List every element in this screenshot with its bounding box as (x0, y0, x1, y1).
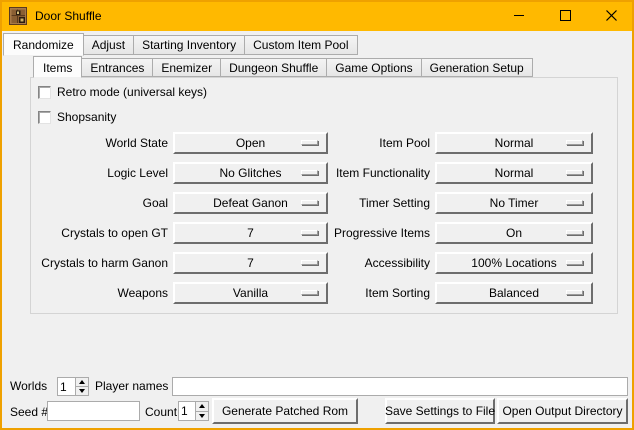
spinner-down-icon (199, 414, 205, 418)
open-output-directory-button[interactable]: Open Output Directory (497, 398, 628, 424)
worlds-input[interactable] (58, 378, 75, 395)
progressive-items-value: On (506, 224, 522, 242)
maximize-button[interactable] (542, 0, 588, 31)
dropdown-indicator-icon (566, 200, 583, 205)
dropdown-indicator-icon (566, 170, 583, 175)
weapons-label: Weapons (35, 282, 168, 304)
item-pool-value: Normal (495, 134, 534, 152)
crystals-harm-ganon-label: Crystals to harm Ganon (35, 252, 168, 274)
minimize-button[interactable] (496, 0, 542, 31)
crystals-open-gt-value: 7 (247, 224, 254, 242)
door-shuffle-window: Door Shuffle Randomize Adjust Starting I… (0, 0, 634, 430)
count-input[interactable] (179, 402, 195, 420)
worlds-spinner (57, 377, 89, 396)
timer-setting-value: No Timer (490, 194, 539, 212)
world-state-label: World State (35, 132, 168, 154)
accessibility-label: Accessibility (290, 252, 430, 274)
logic-level-label: Logic Level (35, 162, 168, 184)
maximize-icon (560, 10, 571, 21)
count-spinner-up-button[interactable] (196, 402, 208, 411)
accessibility-value: 100% Locations (471, 254, 556, 272)
item-sorting-value: Balanced (489, 284, 539, 302)
player-names-input[interactable] (172, 377, 628, 396)
main-tabbar: Randomize Adjust Starting Inventory Cust… (3, 32, 357, 55)
close-button[interactable] (588, 0, 634, 31)
logic-level-value: No Glitches (219, 164, 281, 182)
seed-input[interactable] (47, 401, 140, 421)
sub-tabbar: Items Entrances Enemizer Dungeon Shuffle… (33, 55, 532, 77)
spinner-up-icon (79, 380, 85, 384)
worlds-spinner-up-button[interactable] (76, 378, 88, 386)
item-functionality-label: Item Functionality (290, 162, 430, 184)
retro-mode-label: Retro mode (universal keys) (57, 86, 207, 99)
weapons-value: Vanilla (233, 284, 268, 302)
crystals-open-gt-label: Crystals to open GT (35, 222, 168, 244)
spinner-down-icon (79, 389, 85, 393)
dropdown-indicator-icon (566, 140, 583, 145)
accessibility-dropdown[interactable]: 100% Locations (435, 252, 593, 274)
count-spinner-down-button[interactable] (196, 411, 208, 421)
count-spinner-arrows (195, 402, 208, 420)
door-icon (9, 7, 27, 25)
tab-items[interactable]: Items (33, 56, 82, 78)
item-sorting-dropdown[interactable]: Balanced (435, 282, 593, 304)
item-functionality-dropdown[interactable]: Normal (435, 162, 593, 184)
progressive-items-label: Progressive Items (290, 222, 430, 244)
dropdown-indicator-icon (566, 230, 583, 235)
crystals-harm-ganon-value: 7 (247, 254, 254, 272)
tab-starting-inventory[interactable]: Starting Inventory (133, 35, 245, 55)
worlds-spinner-arrows (75, 378, 88, 395)
player-names-label: Player names (95, 379, 168, 393)
tab-game-options[interactable]: Game Options (326, 58, 421, 77)
caption-buttons (496, 0, 634, 31)
count-spinner (178, 401, 209, 421)
minimize-icon (514, 15, 524, 16)
timer-setting-label: Timer Setting (290, 192, 430, 214)
seed-label: Seed # (10, 405, 48, 419)
tab-adjust[interactable]: Adjust (83, 35, 134, 55)
dropdown-indicator-icon (566, 290, 583, 295)
spinner-up-icon (199, 404, 205, 408)
tab-generation-setup[interactable]: Generation Setup (421, 58, 533, 77)
tab-enemizer[interactable]: Enemizer (152, 58, 221, 77)
count-label: Count (145, 405, 177, 419)
titlebar: Door Shuffle (0, 0, 634, 31)
item-pool-label: Item Pool (290, 132, 430, 154)
worlds-spinner-down-button[interactable] (76, 386, 88, 395)
timer-setting-dropdown[interactable]: No Timer (435, 192, 593, 214)
tab-custom-item-pool[interactable]: Custom Item Pool (244, 35, 357, 55)
save-settings-button[interactable]: Save Settings to File (385, 398, 495, 424)
item-sorting-label: Item Sorting (290, 282, 430, 304)
retro-mode-checkbox[interactable] (38, 86, 51, 99)
dropdown-indicator-icon (566, 260, 583, 265)
tab-entrances[interactable]: Entrances (81, 58, 153, 77)
shopsanity-label: Shopsanity (57, 111, 116, 124)
shopsanity-checkbox[interactable] (38, 111, 51, 124)
tab-randomize[interactable]: Randomize (3, 33, 84, 56)
tab-dungeon-shuffle[interactable]: Dungeon Shuffle (220, 58, 327, 77)
worlds-label: Worlds (10, 379, 47, 393)
window-title: Door Shuffle (35, 9, 102, 23)
progressive-items-dropdown[interactable]: On (435, 222, 593, 244)
item-pool-dropdown[interactable]: Normal (435, 132, 593, 154)
goal-label: Goal (35, 192, 168, 214)
item-functionality-value: Normal (495, 164, 534, 182)
goal-value: Defeat Ganon (213, 194, 288, 212)
close-icon (606, 10, 617, 21)
generate-patched-rom-button[interactable]: Generate Patched Rom (212, 398, 358, 424)
world-state-value: Open (236, 134, 265, 152)
